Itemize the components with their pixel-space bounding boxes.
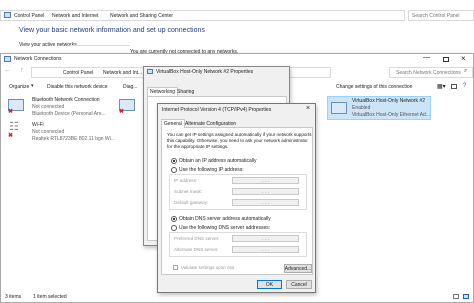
use-following-dns-radio[interactable]: [171, 225, 177, 231]
ip-dots: . . .: [262, 246, 269, 253]
status-item-count: 3 items: [5, 294, 22, 300]
obtain-ip-auto-label[interactable]: Obtain an IP address automatically: [179, 158, 256, 164]
view-options-icon[interactable]: ▦▾: [437, 83, 446, 90]
search-icon: ⌕: [464, 68, 468, 74]
adapter-status: Enabled: [352, 105, 371, 111]
adapter-status: Not connected: [32, 104, 65, 110]
validate-checkbox[interactable]: [173, 265, 178, 270]
network-adapter-icon: [331, 102, 347, 114]
nc-search-box[interactable]: Search Network Connections ⌕: [389, 67, 473, 78]
ipv4-description-line-1: You can get IP settings assigned automat…: [167, 132, 312, 137]
computer-icon: [4, 12, 11, 18]
network-connections-title: Network Connections: [14, 56, 62, 62]
nsc-divider: [70, 45, 130, 46]
default-gateway-field[interactable]: . . .: [232, 199, 299, 206]
ipv4-properties-dialog: Internet Protocol Version 4 (TCP/IPv4) P…: [157, 103, 316, 293]
preview-pane-icon[interactable]: [451, 84, 457, 89]
nsc-search-box[interactable]: Search Control Panel: [408, 10, 474, 21]
nc-breadcrumb-1[interactable]: Control Panel: [63, 70, 93, 76]
subnet-mask-label: Subnet mask:: [174, 189, 203, 194]
close-button[interactable]: ×: [306, 105, 310, 112]
default-gateway-label: Default gateway:: [174, 200, 209, 205]
ipv4-dialog-title: Internet Protocol Version 4 (TCP/IPv4) P…: [162, 107, 272, 113]
organize-button[interactable]: Organize: [9, 84, 29, 90]
cancel-button[interactable]: Cancel: [286, 280, 312, 289]
use-following-ip-radio[interactable]: [171, 167, 177, 173]
tab-networking[interactable]: Networking: [147, 87, 179, 96]
ip-dots: . . .: [262, 177, 269, 184]
obtain-dns-auto-label[interactable]: Obtain DNS server address automatically: [179, 216, 271, 222]
status-selected-count: 1 item selected: [33, 294, 67, 300]
adapter-device: Bluetooth Device (Personal Are...: [32, 111, 106, 117]
adapter-name: Wi-Fi: [32, 122, 44, 128]
diagnose-button[interactable]: Diag...: [123, 84, 137, 90]
nsc-breadcrumb-3[interactable]: Network and Sharing Center: [110, 13, 173, 19]
adapter-device: VirtualBox Host-Only Ethernet Ad...: [352, 112, 431, 118]
obtain-dns-auto-radio[interactable]: [171, 216, 177, 222]
alternate-dns-label: Alternate DNS server:: [174, 247, 219, 252]
preferred-dns-field[interactable]: . . .: [232, 235, 299, 242]
ip-address-field[interactable]: . . .: [232, 177, 299, 184]
maximize-button[interactable]: [443, 57, 449, 62]
nsc-heading: View your basic network information and …: [19, 27, 205, 34]
alternate-dns-field[interactable]: . . .: [232, 246, 299, 253]
nsc-search-input[interactable]: Search Control Panel: [412, 13, 460, 19]
details-view-icon[interactable]: [453, 294, 459, 299]
list-item-virtualbox[interactable]: VirtualBox Host-Only Network #2 Enabled …: [327, 96, 431, 120]
help-icon[interactable]: ?: [463, 83, 466, 89]
subnet-mask-field[interactable]: . . .: [232, 188, 299, 195]
list-item-bluetooth[interactable]: ✖ Bluetooth Network Connection Not conne…: [8, 96, 118, 120]
close-button[interactable]: ×: [461, 54, 466, 63]
nsc-breadcrumb-2[interactable]: Network and Internet: [52, 13, 98, 19]
nsc-active-networks-label: View your active networks: [19, 42, 77, 48]
general-tab-panel: You can get IP settings assigned automat…: [161, 127, 313, 275]
nsc-breadcrumb-1[interactable]: Control Panel: [14, 13, 44, 19]
adapter-name: Bluetooth Network Connection: [32, 97, 100, 103]
adapter-device: Realtek RTL8723BE 802.11 bgn Wi...: [32, 136, 115, 142]
minimize-button[interactable]: —: [423, 54, 430, 61]
nc-breadcrumb-2[interactable]: Network and Int...: [103, 70, 142, 76]
x-status-icon: ✖: [8, 109, 14, 115]
adapter-status: Not connected: [32, 129, 65, 135]
tiles-view-icon[interactable]: [463, 294, 469, 299]
x-status-icon: ✖: [119, 109, 125, 115]
ip-dots: . . .: [262, 199, 269, 206]
back-icon[interactable]: ←: [4, 67, 11, 74]
change-settings-button[interactable]: Change settings of this connection: [336, 84, 412, 90]
properties-title: VirtualBox Host-Only Network #2 Properti…: [156, 69, 254, 75]
tab-general[interactable]: General: [161, 119, 185, 128]
obtain-ip-auto-radio[interactable]: [171, 158, 177, 164]
adapter-name: VirtualBox Host-Only Network #2: [352, 98, 425, 104]
x-status-icon: ✖: [8, 133, 14, 139]
ip-address-label: IP address:: [174, 178, 198, 183]
use-following-ip-label[interactable]: Use the following IP address:: [179, 167, 244, 173]
list-item-wifi[interactable]: ☷ ✖ Wi-Fi Not connected Realtek RTL8723B…: [8, 120, 118, 144]
advanced-button[interactable]: Advanced...: [284, 264, 312, 273]
properties-title-icon: [147, 69, 153, 74]
network-connections-icon: [4, 56, 11, 62]
ipv4-description-line-3: for the appropriate IP settings.: [167, 144, 229, 149]
tab-sharing[interactable]: Sharing: [175, 88, 196, 96]
nc-search-input[interactable]: Search Network Connections: [396, 70, 461, 76]
ip-dots: . . .: [262, 235, 269, 242]
ip-dots: . . .: [262, 188, 269, 195]
ok-button[interactable]: OK: [257, 280, 282, 289]
ipv4-description-line-2: this capability. Otherwise, you need to …: [167, 138, 308, 143]
use-following-dns-label[interactable]: Use the following DNS server addresses:: [179, 225, 270, 231]
up-icon[interactable]: ↑: [20, 67, 24, 74]
validate-label[interactable]: Validate settings upon exit: [181, 265, 234, 270]
preferred-dns-label: Preferred DNS server:: [174, 236, 220, 241]
chevron-down-icon: ▾: [31, 83, 34, 89]
disable-device-button[interactable]: Disable this network device: [47, 84, 108, 90]
